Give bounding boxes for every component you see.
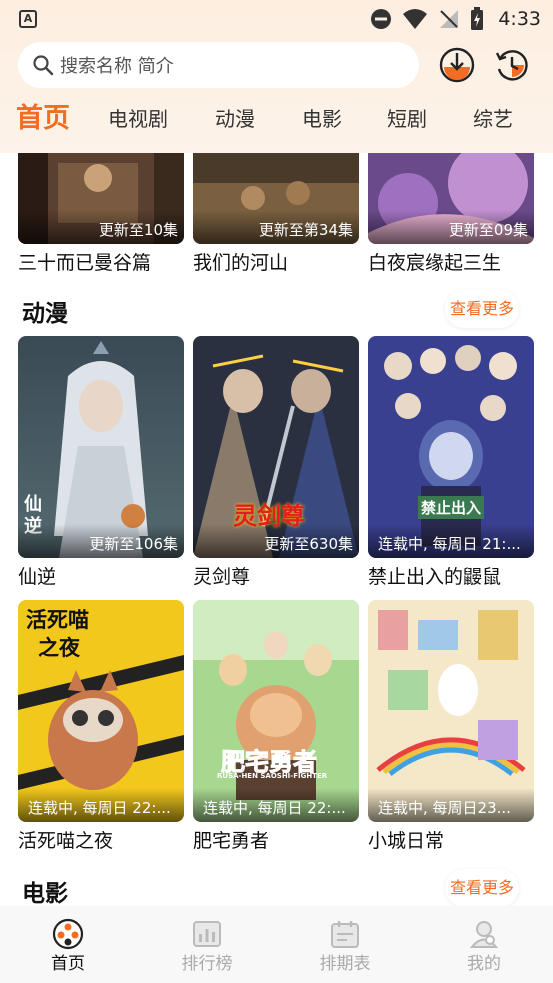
video-title: 白夜宸缘起三生 [368,252,502,274]
status-icons: 4:33 [370,6,541,32]
tab-tv-series[interactable]: 电视剧 [108,96,168,144]
search-icon [33,55,54,76]
category-tabs: 首页 电视剧 动漫 电影 短剧 综艺 [0,96,553,144]
video-title: 我们的河山 [193,252,289,274]
tab-home[interactable]: 首页 [16,96,70,144]
poster: 禁止出入 连载中, 每周日 21:... [368,336,534,558]
tab-short-drama[interactable]: 短剧 [387,96,427,144]
video-title: 小城日常 [368,830,445,852]
download-button[interactable] [439,47,475,83]
profile-icon [469,921,499,948]
ranking-chart-icon [193,921,221,947]
wifi-icon [403,9,428,29]
no-signal-icon [440,10,459,28]
episode-badge: 连载中, 每周日23... [368,788,534,822]
nav-profile[interactable]: 我的 [434,906,534,983]
video-card[interactable]: 更新至第34集 我们的河山 [193,153,359,275]
video-title: 禁止出入的鼹鼠 [368,566,502,588]
poster: 更新至09集 [368,153,534,244]
poster-logo-line1: 活死喵 [26,608,89,632]
video-card[interactable]: 连载中, 每周日23... 小城日常 [368,600,534,853]
video-card[interactable]: 肥宅勇者 RUSA-HEN SAOSHI-FIGHTER 连载中, 每周日 22… [193,600,359,853]
section-title-movies: 电影 [22,881,68,906]
nav-home[interactable]: 首页 [18,906,118,983]
view-more-anime-button[interactable]: 查看更多 [445,290,519,328]
video-card[interactable]: 禁止出入 连载中, 每周日 21:... 禁止出入的鼹鼠 [368,336,534,589]
search-bar[interactable]: 搜索名称 简介 [18,42,419,88]
nav-label: 排行榜 [181,954,233,974]
video-card[interactable]: 仙逆 更新至106集 仙逆 [18,336,184,589]
tab-variety[interactable]: 综艺 [473,96,513,144]
poster: 更新至10集 [18,153,184,244]
poster: 连载中, 每周日23... [368,600,534,822]
download-icon [439,47,475,83]
episode-badge: 更新至630集 [193,524,359,558]
history-icon [495,50,528,81]
notification-icon: A [19,10,37,28]
poster-logo-subtitle: RUSA-HEN SAOSHI-FIGHTER [217,772,328,780]
status-bar: A 4:33 [0,0,553,38]
episode-badge: 更新至09集 [368,210,534,244]
episode-badge: 连载中, 每周日 21:... [368,524,534,558]
nav-schedule[interactable]: 排期表 [295,906,395,983]
poster: 肥宅勇者 RUSA-HEN SAOSHI-FIGHTER 连载中, 每周日 22… [193,600,359,822]
feed-content: 更新至10集 三十而已曼谷篇 更新至第34集 我们的河山 更新至09集 白夜宸缘… [0,153,553,906]
video-card[interactable]: 更新至09集 白夜宸缘起三生 [368,153,534,275]
section-title-anime: 动漫 [22,301,68,327]
video-title: 活死喵之夜 [18,830,114,852]
video-title: 仙逆 [18,566,57,588]
calendar-icon [331,921,359,948]
clock: 4:33 [498,8,541,30]
episode-badge: 更新至10集 [18,210,184,244]
bottom-navigation: 首页 排行榜 排期表 我的 [0,906,553,983]
app-header: A 4:33 搜索名称 简介 首页 电视剧 动漫 电影 短剧 综艺 [0,0,553,153]
video-title: 灵剑尊 [193,566,251,588]
tab-anime[interactable]: 动漫 [215,96,255,144]
episode-badge: 更新至106集 [18,524,184,558]
poster: 活死喵 之夜 连载中, 每周日 22:... [18,600,184,822]
episode-badge: 连载中, 每周日 22:... [18,788,184,822]
battery-charging-icon [471,7,484,30]
video-title: 三十而已曼谷篇 [18,252,152,274]
video-card[interactable]: 更新至10集 三十而已曼谷篇 [18,153,184,275]
nav-ranking[interactable]: 排行榜 [157,906,257,983]
video-title: 肥宅勇者 [193,830,270,852]
nav-label: 首页 [51,954,85,974]
history-button[interactable] [494,47,530,83]
episode-badge: 更新至第34集 [193,210,359,244]
poster: 灵剑尊 更新至630集 [193,336,359,558]
poster: 更新至第34集 [193,153,359,244]
episode-badge: 连载中, 每周日 22:... [193,788,359,822]
search-placeholder: 搜索名称 简介 [60,56,174,77]
view-more-movies-button[interactable]: 查看更多 [445,869,519,906]
nav-label: 我的 [467,954,501,974]
home-film-reel-icon [52,918,84,950]
do-not-disturb-icon [371,9,392,29]
poster-logo-line2: 之夜 [38,636,80,660]
poster: 仙逆 更新至106集 [18,336,184,558]
nav-label: 排期表 [319,954,371,974]
poster-logo: 禁止出入 [418,496,485,519]
video-card[interactable]: 灵剑尊 更新至630集 灵剑尊 [193,336,359,589]
video-card[interactable]: 活死喵 之夜 连载中, 每周日 22:... 活死喵之夜 [18,600,184,853]
tab-movies[interactable]: 电影 [302,96,342,144]
